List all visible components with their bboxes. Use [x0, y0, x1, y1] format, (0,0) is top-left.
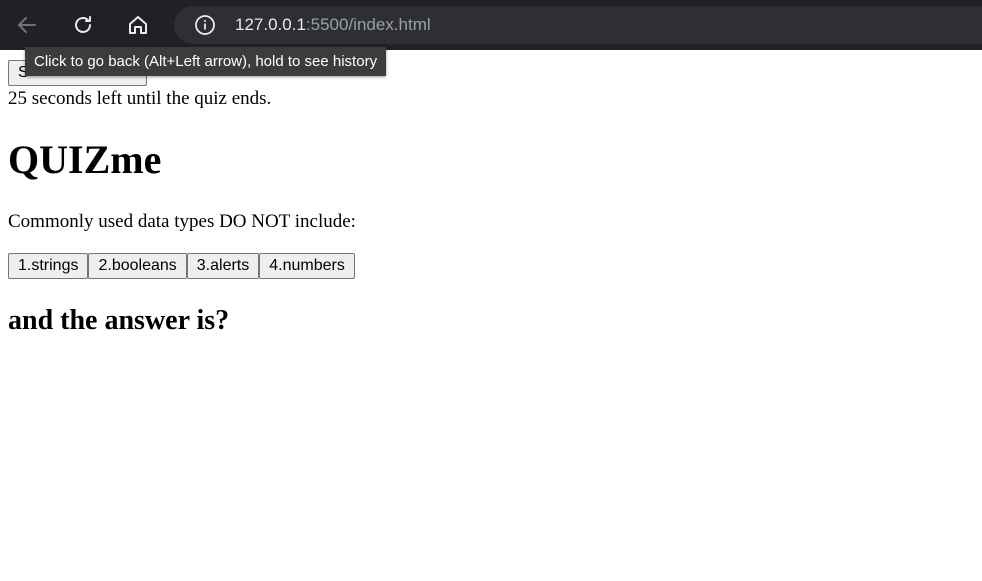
reload-button[interactable]: [66, 8, 100, 42]
answer-button-3[interactable]: 3.alerts: [186, 253, 260, 279]
url-path: :5500/index.html: [305, 15, 431, 34]
question-text: Commonly used data types DO NOT include:: [8, 211, 356, 232]
back-button-tooltip: Click to go back (Alt+Left arrow), hold …: [25, 47, 387, 76]
url-host: 127.0.0.1: [235, 15, 306, 34]
answer-choices: 1.strings 2.booleans 3.alerts 4.numbers: [8, 253, 355, 279]
page-title: QUIZme: [8, 137, 162, 182]
timer-text: 25 seconds left until the quiz ends.: [8, 88, 272, 109]
reload-icon: [75, 16, 91, 33]
back-button[interactable]: [10, 8, 44, 42]
answer-button-2[interactable]: 2.booleans: [88, 253, 187, 279]
answer-button-4[interactable]: 4.numbers: [259, 253, 355, 279]
back-arrow-icon: [18, 17, 36, 33]
answer-result-heading: and the answer is?: [8, 305, 230, 336]
url-text[interactable]: 127.0.0.1:5500/index.html: [235, 14, 431, 36]
answer-button-1[interactable]: 1.strings: [8, 253, 89, 279]
address-bar[interactable]: 127.0.0.1:5500/index.html: [174, 6, 982, 44]
home-icon: [129, 16, 147, 34]
info-icon[interactable]: [194, 14, 216, 36]
home-button[interactable]: [121, 8, 155, 42]
browser-toolbar: 127.0.0.1:5500/index.html: [0, 0, 982, 50]
